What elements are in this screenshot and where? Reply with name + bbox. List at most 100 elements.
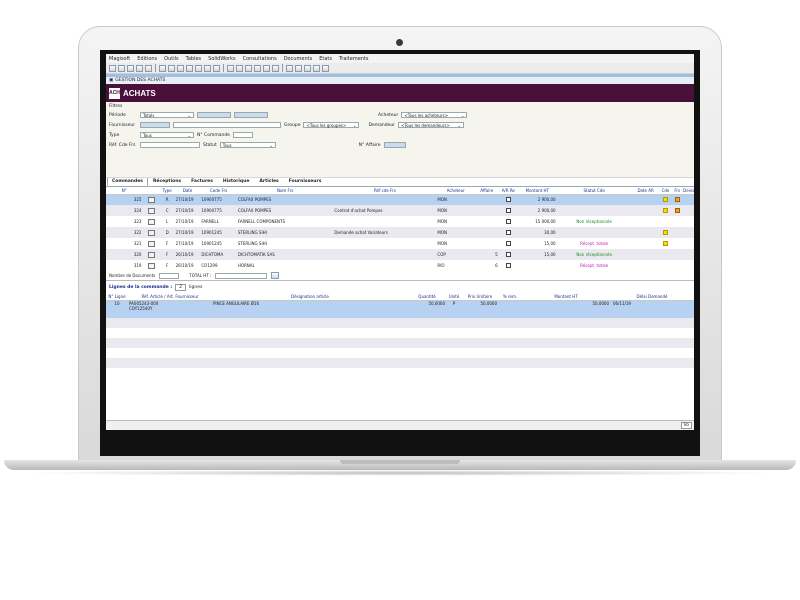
doc6-icon[interactable] — [272, 64, 279, 72]
col-ar[interactable]: A/R Re — [498, 187, 518, 195]
doc5-icon[interactable] — [263, 64, 270, 72]
groupe-select[interactable]: <Tous les groupes> ⌄ — [303, 122, 360, 128]
col-quantite[interactable]: Quantité — [408, 293, 446, 301]
grid-icon[interactable] — [168, 64, 175, 72]
redo-icon[interactable] — [295, 64, 302, 72]
col-affaire[interactable]: Affaire — [475, 187, 499, 195]
col-unite[interactable]: Unité — [446, 293, 462, 301]
menu-outils[interactable]: Outils — [164, 56, 178, 62]
order-devis — [683, 249, 694, 260]
col-acheteur[interactable]: Acheteur — [436, 187, 476, 195]
ar-checkbox[interactable] — [505, 196, 511, 202]
col-date-ar[interactable]: Date AR — [631, 187, 660, 195]
col-remise[interactable]: % rem. — [498, 293, 522, 301]
tab-fournisseurs[interactable]: Fournisseurs — [284, 177, 327, 186]
calculator-icon[interactable] — [271, 272, 280, 279]
menu-etats[interactable]: Etats — [319, 56, 332, 62]
tab-historique[interactable]: Historique — [218, 177, 254, 186]
tools-icon[interactable] — [204, 64, 211, 72]
menu-editions[interactable]: Editions — [137, 56, 157, 62]
document-icon[interactable] — [147, 229, 155, 236]
table-row[interactable]: 321 F 27/10/19 10901245 STERLING SIHI MON 15,0… — [106, 238, 694, 249]
col-nom-frs[interactable]: Nom Frs — [236, 187, 334, 195]
menu-documents[interactable]: Documents — [284, 56, 313, 62]
table-row[interactable]: 320 F 26/10/19 DICHTOMA DICHTOMATIK SAS COP 5 1… — [106, 249, 694, 260]
affaire-input[interactable] — [383, 142, 406, 148]
demandeur-select[interactable]: <Tous les demandeurs> ⌄ — [398, 122, 465, 128]
document-icon[interactable] — [147, 207, 155, 214]
doc3-icon[interactable] — [245, 64, 252, 72]
table-row[interactable]: 323 L 27/10/19 FARNELL FARNELL COMPONENTS MON… — [106, 216, 694, 227]
ar-checkbox[interactable] — [505, 207, 511, 213]
col-code-frs[interactable]: Code Frs — [200, 187, 237, 195]
excel-icon[interactable] — [136, 64, 143, 72]
document-icon[interactable] — [147, 240, 155, 247]
type-select[interactable]: Tous ⌄ — [140, 132, 194, 138]
col-num[interactable]: N° — [106, 187, 143, 195]
table-row[interactable]: 325 R 27/10/19 10900775 COLFAX POMPES MON 2 90… — [106, 194, 694, 205]
table-row[interactable]: 10 PA005243-000 COY12540Y PINCE ANGULAIRE Ø… — [106, 300, 694, 318]
doc-icon[interactable] — [227, 64, 234, 72]
stock-icon[interactable] — [195, 64, 202, 72]
ar-checkbox[interactable] — [505, 251, 511, 257]
menu-magisoft[interactable]: Magisoft — [109, 56, 130, 62]
document-icon[interactable] — [147, 262, 155, 269]
ar-checkbox[interactable] — [505, 240, 511, 246]
periode-select[interactable]: Totals ⌄ — [140, 112, 194, 118]
document-icon[interactable] — [147, 251, 155, 258]
col-frs[interactable]: Frs — [671, 187, 684, 195]
chart-icon[interactable] — [213, 64, 220, 72]
tab-receptions[interactable]: Réceptions — [148, 177, 186, 186]
save-icon[interactable] — [145, 64, 152, 72]
cut-icon[interactable] — [304, 64, 311, 72]
print-icon[interactable] — [118, 64, 125, 72]
menu-tables[interactable]: Tables — [186, 56, 202, 62]
col-montant-ht[interactable]: Montant HT — [522, 293, 610, 301]
list-icon[interactable] — [159, 64, 166, 72]
edit-icon[interactable] — [127, 64, 134, 72]
col-devis[interactable]: Devis — [683, 187, 694, 195]
fournisseur-code-input[interactable] — [140, 122, 170, 128]
col-n-ligne[interactable]: N° Ligne — [106, 293, 128, 301]
col-designation[interactable]: Désignation article — [212, 293, 408, 301]
menu-consultations[interactable]: Consultations — [243, 56, 277, 62]
table-row[interactable]: 322 D 27/10/19 10901245 STERLING SIHI Demande… — [106, 227, 694, 238]
col-type[interactable]: Type — [159, 187, 175, 195]
new-icon[interactable] — [109, 64, 116, 72]
col-delai[interactable]: Délai Demandé — [610, 293, 694, 301]
undo-icon[interactable] — [286, 64, 293, 72]
copy-icon[interactable] — [313, 64, 320, 72]
acheteur-select[interactable]: <Tous les acheteurs> ⌄ — [401, 112, 468, 118]
paste-icon[interactable] — [322, 64, 329, 72]
ncommande-input[interactable] — [232, 132, 253, 138]
ar-checkbox[interactable] — [505, 262, 511, 268]
statut-select[interactable]: Tous ⌄ — [219, 142, 276, 148]
col-prix-unitaire[interactable]: Prix Unitaire — [462, 293, 498, 301]
doc4-icon[interactable] — [254, 64, 261, 72]
vo-button[interactable]: Vo — [680, 422, 692, 429]
document-icon[interactable] — [147, 218, 155, 225]
menu-traitements[interactable]: Traitements — [339, 56, 369, 62]
doc2-icon[interactable] — [236, 64, 243, 72]
ar-checkbox[interactable] — [505, 229, 511, 235]
table-row[interactable]: 319 F 26/10/19 CO1299 HORNAL RIO 6 Récept. tota… — [106, 260, 694, 271]
menu-solidworks[interactable]: SolidWorks — [208, 56, 235, 62]
periode-from-input[interactable] — [197, 112, 231, 118]
fournisseur-name-input[interactable] — [173, 122, 281, 128]
tab-factures[interactable]: Factures — [186, 177, 218, 186]
col-cde[interactable]: Cde — [659, 187, 672, 195]
col-montant[interactable]: Montant HT — [517, 187, 557, 195]
periode-to-input[interactable] — [234, 112, 268, 118]
document-icon[interactable] — [147, 196, 155, 203]
people-icon[interactable] — [186, 64, 193, 72]
col-ref-cde[interactable]: Réf cde Frs — [333, 187, 437, 195]
table-row[interactable]: 324 C 27/10/19 10900775 COLFAX POMPES Contrat… — [106, 205, 694, 216]
tab-commandes[interactable]: Commandes — [107, 177, 148, 186]
col-ref-article[interactable]: Réf. Article / Art. Fournisseur — [128, 293, 212, 301]
ar-checkbox[interactable] — [505, 218, 511, 224]
refcde-input[interactable] — [140, 142, 200, 148]
calc-icon[interactable] — [177, 64, 184, 72]
col-date[interactable]: Date — [174, 187, 201, 195]
tab-articles[interactable]: Articles — [254, 177, 283, 186]
col-statut[interactable]: Statut Cde — [556, 187, 632, 195]
